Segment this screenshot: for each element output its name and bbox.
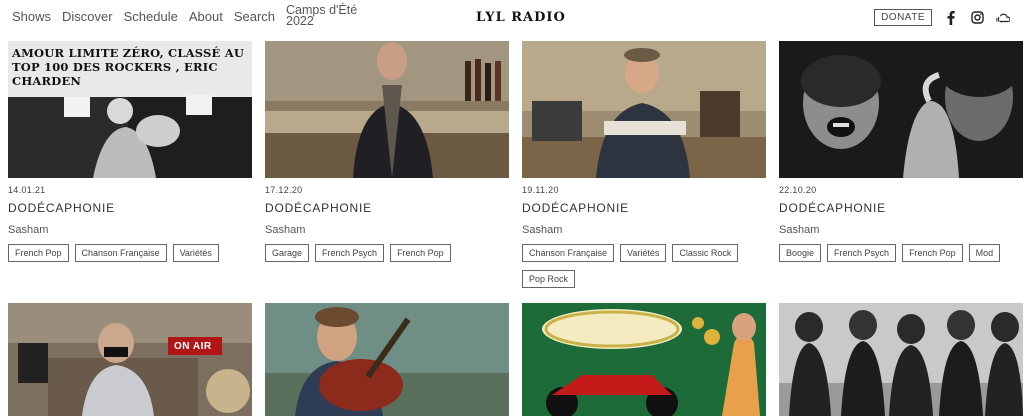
tag[interactable]: Chanson Française — [74, 244, 167, 262]
show-thumbnail[interactable] — [779, 303, 1023, 416]
show-card[interactable]: ON AIR — [8, 303, 252, 416]
tag[interactable]: French Pop — [902, 244, 963, 262]
tag[interactable]: French Pop — [8, 244, 69, 262]
tag-list: Boogie French Psych French Pop Mod — [779, 244, 1023, 262]
show-thumbnail[interactable] — [522, 303, 766, 416]
show-card[interactable]: 19.11.20 DODÉCAPHONIE Sasham Chanson Fra… — [522, 41, 766, 288]
show-thumbnail[interactable]: AMOUR LIMITE ZÉRO, CLASSÉ AU TOP 100 DES… — [8, 41, 252, 178]
tag[interactable]: Chanson Française — [522, 244, 615, 262]
nav-camps[interactable]: Camps d'Été 2022 — [286, 4, 358, 28]
show-date: 17.12.20 — [265, 185, 303, 195]
tag[interactable]: Pop Rock — [522, 270, 576, 288]
tag[interactable]: French Psych — [827, 244, 897, 262]
tag[interactable]: Mod — [968, 244, 1001, 262]
show-title[interactable]: DODÉCAPHONIE — [265, 201, 509, 215]
nav-schedule[interactable]: Schedule — [124, 9, 178, 24]
show-host[interactable]: Sasham — [265, 224, 509, 236]
on-air-sign: ON AIR — [174, 341, 212, 352]
album-headline: AMOUR LIMITE ZÉRO, CLASSÉ AU TOP 100 DES… — [12, 46, 245, 88]
tag-list: French Pop Chanson Française Variétés — [8, 244, 252, 262]
show-host[interactable]: Sasham — [8, 224, 252, 236]
show-date: 22.10.20 — [779, 185, 817, 195]
show-title[interactable]: DODÉCAPHONIE — [779, 201, 1023, 215]
show-thumbnail[interactable] — [265, 303, 509, 416]
tag[interactable]: Garage — [265, 244, 310, 262]
tag[interactable]: French Psych — [315, 244, 385, 262]
show-host[interactable]: Sasham — [522, 224, 766, 236]
tag-list: Garage French Psych French Pop — [265, 244, 509, 262]
donate-button[interactable]: DONATE — [874, 9, 932, 26]
instagram-icon[interactable] — [970, 11, 984, 25]
nav-shows[interactable]: Shows — [12, 9, 51, 24]
site-header: Shows Discover Schedule About Search Cam… — [0, 0, 1024, 38]
show-date: 14.01.21 — [8, 185, 46, 195]
show-card[interactable]: 17.12.20 DODÉCAPHONIE Sasham Garage Fren… — [265, 41, 509, 262]
show-thumbnail[interactable]: ON AIR — [8, 303, 252, 416]
show-card[interactable] — [522, 303, 766, 416]
tag[interactable]: Variétés — [620, 244, 667, 262]
show-thumbnail[interactable] — [522, 41, 766, 178]
tag[interactable]: Classic Rock — [672, 244, 739, 262]
show-card[interactable] — [265, 303, 509, 416]
show-thumbnail[interactable] — [265, 41, 509, 178]
show-card[interactable]: AMOUR LIMITE ZÉRO, CLASSÉ AU TOP 100 DES… — [8, 41, 252, 262]
tag[interactable]: Boogie — [779, 244, 822, 262]
header-actions: DONATE — [874, 9, 1010, 26]
nav-discover[interactable]: Discover — [62, 9, 113, 24]
facebook-icon[interactable] — [944, 10, 958, 25]
nav-about[interactable]: About — [189, 9, 223, 24]
show-host[interactable]: Sasham — [779, 224, 1023, 236]
show-card[interactable] — [779, 303, 1023, 416]
show-thumbnail[interactable] — [779, 41, 1023, 178]
nav-search[interactable]: Search — [234, 9, 275, 24]
show-date: 19.11.20 — [522, 185, 559, 195]
show-title[interactable]: DODÉCAPHONIE — [8, 201, 252, 215]
show-card[interactable]: 22.10.20 DODÉCAPHONIE Sasham Boogie Fren… — [779, 41, 1023, 262]
tag[interactable]: French Pop — [390, 244, 451, 262]
main-nav: Shows Discover Schedule About Search Cam… — [12, 4, 358, 28]
tag-list: Chanson Française Variétés Classic Rock … — [522, 244, 766, 288]
site-logo[interactable]: LYL RADIO — [476, 10, 566, 25]
show-title[interactable]: DODÉCAPHONIE — [522, 201, 766, 215]
soundcloud-icon[interactable] — [996, 11, 1010, 25]
tag[interactable]: Variétés — [172, 244, 219, 262]
